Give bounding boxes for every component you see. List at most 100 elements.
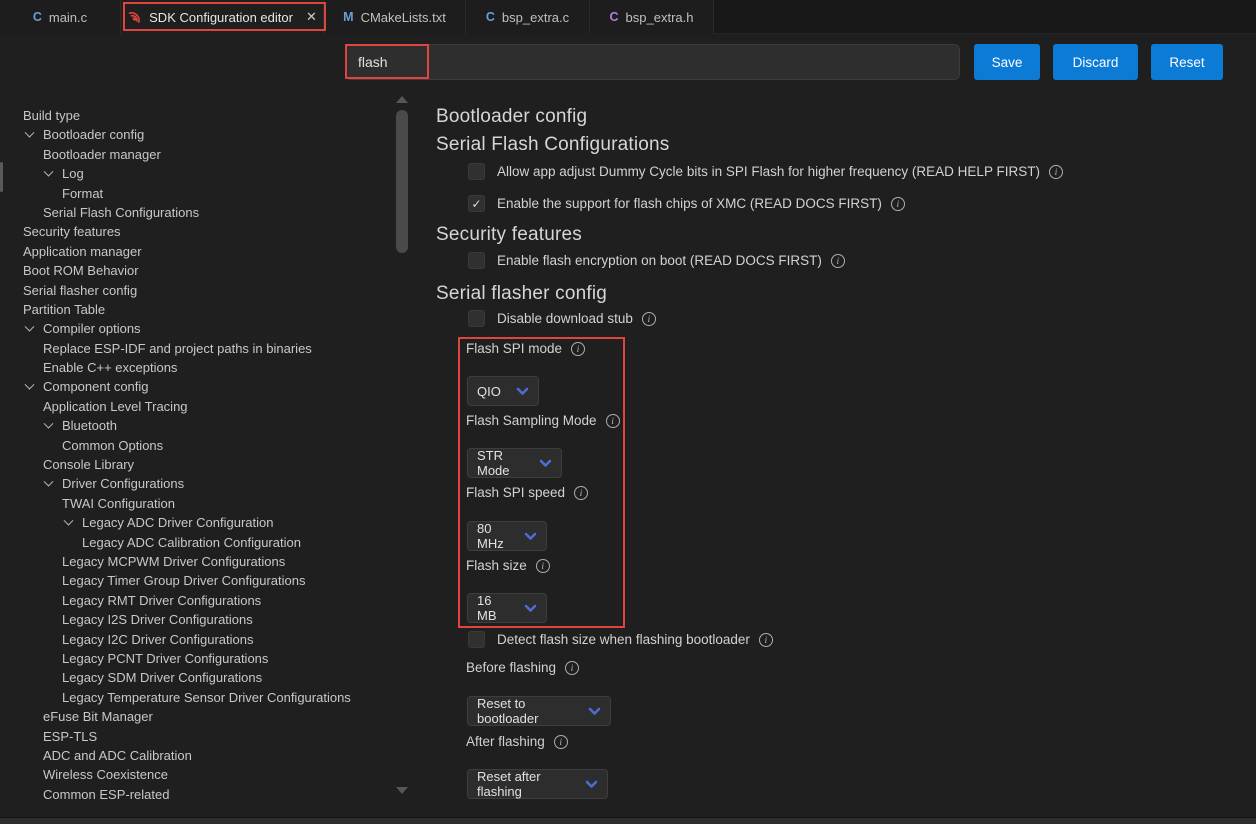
info-icon[interactable]: i bbox=[891, 197, 905, 211]
sidebar-item-legacy-i2s-driver-configurations[interactable]: Legacy I2S Driver Configurations bbox=[0, 610, 392, 629]
xmc-support-checkbox[interactable]: ✓ bbox=[468, 195, 485, 212]
cmake-file-icon: M bbox=[343, 10, 353, 24]
sidebar-item-legacy-mcpwm-driver-configurations[interactable]: Legacy MCPWM Driver Configurations bbox=[0, 552, 392, 571]
editor-tab-main-c[interactable]: Cmain.c bbox=[0, 0, 121, 34]
sidebar-item-label: Boot ROM Behavior bbox=[23, 261, 139, 280]
close-icon[interactable]: ✕ bbox=[306, 9, 317, 25]
sidebar-item-bluetooth[interactable]: Bluetooth bbox=[0, 416, 392, 435]
sidebar-item-label: Format bbox=[62, 184, 103, 203]
chevron-down-icon[interactable] bbox=[25, 322, 35, 332]
sidebar-item-bootloader-config[interactable]: Bootloader config bbox=[0, 125, 392, 144]
sidebar-item-partition-table[interactable]: Partition Table bbox=[0, 300, 392, 319]
dropdown-value: Reset to bootloader bbox=[477, 696, 576, 726]
info-icon[interactable]: i bbox=[571, 342, 585, 356]
field-label: Before flashing bbox=[466, 660, 556, 675]
sidebar-item-legacy-i2c-driver-configurations[interactable]: Legacy I2C Driver Configurations bbox=[0, 630, 392, 649]
sidebar-item-serial-flasher-config[interactable]: Serial flasher config bbox=[0, 281, 392, 300]
field-label: Flash size bbox=[466, 558, 527, 573]
info-icon[interactable]: i bbox=[554, 735, 568, 749]
before-flashing-dropdown[interactable]: Reset to bootloader bbox=[467, 696, 611, 726]
sidebar-item-replace-esp-idf-and-project-paths-in-binaries[interactable]: Replace ESP-IDF and project paths in bin… bbox=[0, 339, 392, 358]
chevron-down-icon[interactable] bbox=[25, 380, 35, 390]
sidebar-item-legacy-adc-calibration-configuration[interactable]: Legacy ADC Calibration Configuration bbox=[0, 533, 392, 552]
sidebar-item-label: Legacy MCPWM Driver Configurations bbox=[62, 552, 285, 571]
sidebar-item-format[interactable]: Format bbox=[0, 184, 392, 203]
scroll-down-arrow-icon[interactable] bbox=[396, 787, 408, 794]
chevron-down-icon[interactable] bbox=[44, 419, 54, 429]
sidebar-item-driver-configurations[interactable]: Driver Configurations bbox=[0, 474, 392, 493]
sidebar-item-application-level-tracing[interactable]: Application Level Tracing bbox=[0, 397, 392, 416]
c-file-icon: C bbox=[33, 10, 42, 24]
section-heading-security-features: Security features bbox=[436, 224, 582, 246]
dropdown-value: QIO bbox=[477, 384, 501, 399]
sidebar-item-label: Serial Flash Configurations bbox=[43, 203, 199, 222]
sidebar-item-common-esp-related[interactable]: Common ESP-related bbox=[0, 785, 392, 804]
dummy-cycle-checkbox[interactable] bbox=[468, 163, 485, 180]
tab-label: SDK Configuration editor bbox=[149, 10, 293, 25]
sidebar-item-wireless-coexistence[interactable]: Wireless Coexistence bbox=[0, 765, 392, 784]
espressif-logo-icon bbox=[127, 10, 142, 25]
sidebar-item-build-type[interactable]: Build type bbox=[0, 106, 392, 125]
sidebar-item-label: Bootloader manager bbox=[43, 145, 161, 164]
sidebar-item-serial-flash-configurations[interactable]: Serial Flash Configurations bbox=[0, 203, 392, 222]
disable-download-stub-checkbox[interactable] bbox=[468, 310, 485, 327]
sidebar-item-console-library[interactable]: Console Library bbox=[0, 455, 392, 474]
sidebar-item-legacy-sdm-driver-configurations[interactable]: Legacy SDM Driver Configurations bbox=[0, 668, 392, 687]
dropdown-value: 80 MHz bbox=[477, 521, 512, 551]
bottom-edge-strip bbox=[0, 817, 1256, 824]
sidebar-item-efuse-bit-manager[interactable]: eFuse Bit Manager bbox=[0, 707, 392, 726]
sidebar-item-label: Legacy ADC Driver Configuration bbox=[82, 513, 273, 532]
sidebar-item-boot-rom-behavior[interactable]: Boot ROM Behavior bbox=[0, 261, 392, 280]
info-icon[interactable]: i bbox=[759, 633, 773, 647]
sidebar-item-common-options[interactable]: Common Options bbox=[0, 436, 392, 455]
content-scrollbar-thumb[interactable] bbox=[396, 110, 408, 253]
flash-spi-speed-dropdown[interactable]: 80 MHz bbox=[467, 521, 547, 551]
info-icon[interactable]: i bbox=[831, 254, 845, 268]
flash-sampling-mode-dropdown[interactable]: STR Mode bbox=[467, 448, 562, 478]
flash-encryption-checkbox[interactable] bbox=[468, 252, 485, 269]
field-label: After flashing bbox=[466, 734, 545, 749]
sidebar-item-twai-configuration[interactable]: TWAI Configuration bbox=[0, 494, 392, 513]
sidebar-item-bootloader-manager[interactable]: Bootloader manager bbox=[0, 145, 392, 164]
sidebar-item-legacy-pcnt-driver-configurations[interactable]: Legacy PCNT Driver Configurations bbox=[0, 649, 392, 668]
info-icon[interactable]: i bbox=[606, 414, 620, 428]
sidebar-item-label: Driver Configurations bbox=[62, 474, 184, 493]
sidebar-item-label: Wireless Coexistence bbox=[43, 765, 168, 784]
sidebar-item-esp-tls[interactable]: ESP-TLS bbox=[0, 727, 392, 746]
sidebar-item-adc-and-adc-calibration[interactable]: ADC and ADC Calibration bbox=[0, 746, 392, 765]
chevron-down-icon[interactable] bbox=[25, 128, 35, 138]
sidebar-item-label: Compiler options bbox=[43, 319, 141, 338]
chevron-down-icon[interactable] bbox=[64, 516, 74, 526]
flash-spi-mode-dropdown[interactable]: QIO bbox=[467, 376, 539, 406]
detect-flash-size-checkbox[interactable] bbox=[468, 631, 485, 648]
before-flashing-label: Before flashing i bbox=[466, 660, 579, 675]
flash-spi-mode-label: Flash SPI mode i bbox=[466, 341, 585, 356]
sidebar-item-compiler-options[interactable]: Compiler options bbox=[0, 319, 392, 338]
info-icon[interactable]: i bbox=[574, 486, 588, 500]
sidebar-item-enable-c-exceptions[interactable]: Enable C++ exceptions bbox=[0, 358, 392, 377]
sidebar-item-legacy-timer-group-driver-configurations[interactable]: Legacy Timer Group Driver Configurations bbox=[0, 571, 392, 590]
info-icon[interactable]: i bbox=[642, 312, 656, 326]
checkbox-label: Detect flash size when flashing bootload… bbox=[497, 632, 750, 647]
chevron-down-icon[interactable] bbox=[44, 167, 54, 177]
chevron-down-icon[interactable] bbox=[44, 477, 54, 487]
info-icon[interactable]: i bbox=[1049, 165, 1063, 179]
info-icon[interactable]: i bbox=[536, 559, 550, 573]
sidebar-item-log[interactable]: Log bbox=[0, 164, 392, 183]
sidebar-item-legacy-temperature-sensor-driver-configurations[interactable]: Legacy Temperature Sensor Driver Configu… bbox=[0, 688, 392, 707]
sidebar-item-label: Legacy ADC Calibration Configuration bbox=[82, 533, 301, 552]
sidebar-item-legacy-rmt-driver-configurations[interactable]: Legacy RMT Driver Configurations bbox=[0, 591, 392, 610]
editor-tab-sdk-configuration-editor[interactable]: SDK Configuration editor ✕ bbox=[121, 0, 324, 34]
sidebar-item-label: ADC and ADC Calibration bbox=[43, 746, 192, 765]
sidebar-item-application-manager[interactable]: Application manager bbox=[0, 242, 392, 261]
checkbox-row-flash-encryption: Enable flash encryption on boot (READ DO… bbox=[468, 252, 845, 269]
chevron-down-icon bbox=[539, 459, 552, 468]
flash-size-dropdown[interactable]: 16 MB bbox=[467, 593, 547, 623]
sidebar-item-component-config[interactable]: Component config bbox=[0, 377, 392, 396]
after-flashing-dropdown[interactable]: Reset after flashing bbox=[467, 769, 608, 799]
info-icon[interactable]: i bbox=[565, 661, 579, 675]
sidebar-item-security-features[interactable]: Security features bbox=[0, 222, 392, 241]
checkbox-label: Allow app adjust Dummy Cycle bits in SPI… bbox=[497, 164, 1040, 179]
sidebar-item-legacy-adc-driver-configuration[interactable]: Legacy ADC Driver Configuration bbox=[0, 513, 392, 532]
scroll-up-arrow-icon[interactable] bbox=[396, 96, 408, 103]
